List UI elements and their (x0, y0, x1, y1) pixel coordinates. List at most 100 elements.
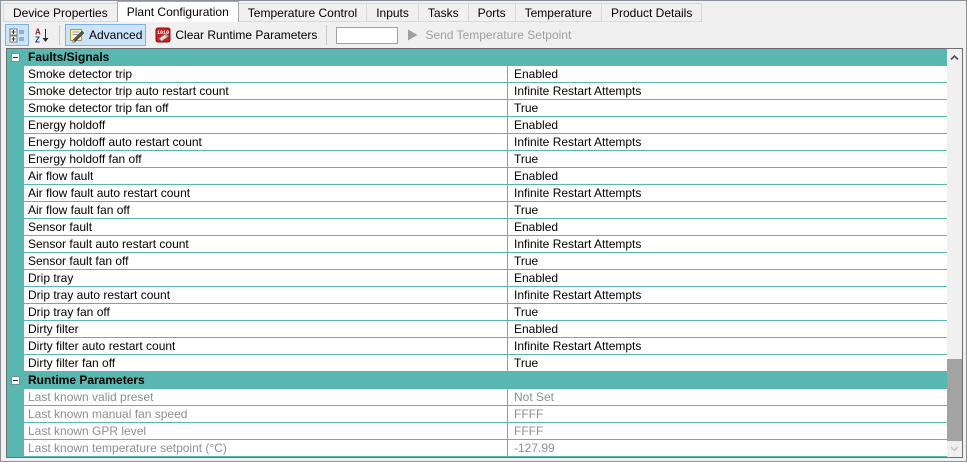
property-value[interactable]: True (508, 253, 947, 269)
svg-text:Z: Z (35, 36, 40, 44)
tab-plant-configuration[interactable]: Plant Configuration (116, 1, 239, 22)
advanced-toggle-button[interactable]: Advanced (65, 24, 147, 46)
property-name: Energy holdoff auto restart count (24, 134, 508, 150)
property-row[interactable]: Last known GPR level FFFF (7, 423, 947, 440)
property-row[interactable]: Air flow fault Enabled (7, 168, 947, 185)
property-value: FFFF (514, 424, 544, 438)
property-row[interactable]: Last known valid preset Not Set (7, 389, 947, 406)
category-row[interactable]: Runtime Parameters (7, 372, 947, 389)
property-value[interactable]: Enabled (508, 117, 947, 133)
clear-runtime-parameters-button[interactable]: 1010 Clear Runtime Parameters (151, 24, 321, 46)
property-value[interactable]: Infinite Restart Attempts (508, 185, 947, 201)
property-value[interactable]: True (508, 202, 947, 218)
property-name: Smoke detector trip auto restart count (24, 83, 508, 99)
property-name: Air flow fault fan off (24, 202, 508, 218)
sort-alphabetical-button[interactable]: A Z (30, 24, 54, 46)
tab-temperature-control[interactable]: Temperature Control (237, 3, 368, 22)
property-row[interactable]: Dirty filter auto restart count Infinite … (7, 338, 947, 355)
row-margin (7, 100, 24, 116)
property-value[interactable]: True (508, 151, 947, 167)
property-name: Last known manual fan speed (24, 406, 508, 422)
tab-ports[interactable]: Ports (467, 3, 516, 22)
property-value[interactable]: Infinite Restart Attempts (508, 83, 947, 99)
property-row[interactable]: Sensor fault Enabled (7, 219, 947, 236)
row-margin (7, 270, 24, 286)
clear-button-label: Clear Runtime Parameters (175, 28, 318, 42)
property-name: Energy holdoff (24, 117, 508, 133)
row-margin (7, 389, 24, 405)
property-row[interactable]: Last known manual fan speed FFFF (7, 406, 947, 423)
vertical-scrollbar[interactable] (947, 49, 962, 457)
property-value[interactable]: Infinite Restart Attempts (508, 287, 947, 303)
row-margin (7, 66, 24, 82)
property-name: Last known GPR level (24, 423, 508, 439)
property-value[interactable]: Infinite Restart Attempts (508, 338, 947, 354)
property-value[interactable]: Enabled (508, 321, 947, 337)
property-row[interactable]: Air flow fault auto restart count Infinit… (7, 185, 947, 202)
property-value[interactable]: True (508, 355, 947, 371)
property-row[interactable]: Energy holdoff Enabled (7, 117, 947, 134)
scroll-down-button[interactable] (947, 440, 962, 457)
property-row[interactable]: Smoke detector trip Enabled (7, 66, 947, 83)
row-margin (7, 253, 24, 269)
binary-eraser-icon: 1010 (155, 27, 171, 43)
row-margin (7, 440, 24, 456)
property-value[interactable]: Infinite Restart Attempts (508, 236, 947, 252)
property-value[interactable]: Enabled (508, 66, 947, 82)
property-value[interactable]: Infinite Restart Attempts (508, 134, 947, 150)
send-button-label: Send Temperature Setpoint (425, 28, 572, 42)
category-row[interactable]: Faults/Signals (7, 49, 947, 66)
property-row[interactable]: Air flow fault fan off True (7, 202, 947, 219)
row-margin (7, 236, 24, 252)
row-margin (7, 321, 24, 337)
property-row[interactable]: Sensor fault fan off True (7, 253, 947, 270)
row-margin (7, 423, 24, 439)
scroll-up-button[interactable] (947, 49, 962, 66)
property-row[interactable]: Sensor fault auto restart count Infinite … (7, 236, 947, 253)
row-margin (7, 83, 24, 99)
tab-inputs[interactable]: Inputs (366, 3, 419, 22)
property-grid: Faults/Signals Smoke detector trip Enabled… (6, 48, 963, 458)
property-value[interactable]: True (508, 304, 947, 320)
property-value: FFFF (514, 407, 544, 421)
property-value: Not Set (514, 390, 555, 404)
categorized-view-button[interactable] (5, 24, 29, 46)
property-value[interactable]: Enabled (508, 219, 947, 235)
property-value[interactable]: Enabled (508, 168, 947, 184)
property-row[interactable]: Dirty filter Enabled (7, 321, 947, 338)
property-row[interactable]: Smoke detector trip fan off True (7, 100, 947, 117)
property-value[interactable]: Enabled (508, 270, 947, 286)
property-row[interactable]: Energy holdoff fan off True (7, 151, 947, 168)
row-margin (7, 304, 24, 320)
property-grid-rows: Faults/Signals Smoke detector trip Enabled… (7, 49, 947, 457)
row-margin (7, 406, 24, 422)
property-row[interactable]: Energy holdoff auto restart count Infinit… (7, 134, 947, 151)
collapse-minus-icon[interactable] (11, 375, 20, 385)
temperature-setpoint-input[interactable] (336, 26, 399, 44)
tab-device-properties[interactable]: Device Properties (3, 3, 118, 22)
tab-tasks[interactable]: Tasks (417, 3, 469, 22)
send-temperature-setpoint-button[interactable]: Send Temperature Setpoint (403, 28, 575, 42)
scrollbar-thumb[interactable] (947, 359, 962, 441)
property-row[interactable]: Smoke detector trip auto restart count In… (7, 83, 947, 100)
row-margin (7, 219, 24, 235)
sort-az-icon: A Z (35, 28, 49, 44)
property-name: Energy holdoff fan off (24, 151, 508, 167)
collapse-minus-icon[interactable] (11, 52, 20, 62)
property-row[interactable]: Dirty filter fan off True (7, 355, 947, 372)
property-name: Last known valid preset (24, 389, 508, 405)
property-name: Drip tray (24, 270, 508, 286)
row-margin (7, 117, 24, 133)
tab-product-details[interactable]: Product Details (600, 3, 703, 22)
property-name: Dirty filter auto restart count (24, 338, 508, 354)
property-name: Sensor fault fan off (24, 253, 508, 269)
play-arrow-icon (408, 29, 418, 41)
tab-temperature[interactable]: Temperature (514, 3, 602, 22)
property-row[interactable]: Last known temperature setpoint (°C) -127… (7, 440, 947, 457)
property-name: Drip tray auto restart count (24, 287, 508, 303)
property-row[interactable]: Drip tray Enabled (7, 270, 947, 287)
property-row[interactable]: Drip tray auto restart count Infinite Res… (7, 287, 947, 304)
property-value[interactable]: True (508, 100, 947, 116)
property-row[interactable]: Drip tray fan off True (7, 304, 947, 321)
chevron-down-icon (950, 445, 959, 452)
